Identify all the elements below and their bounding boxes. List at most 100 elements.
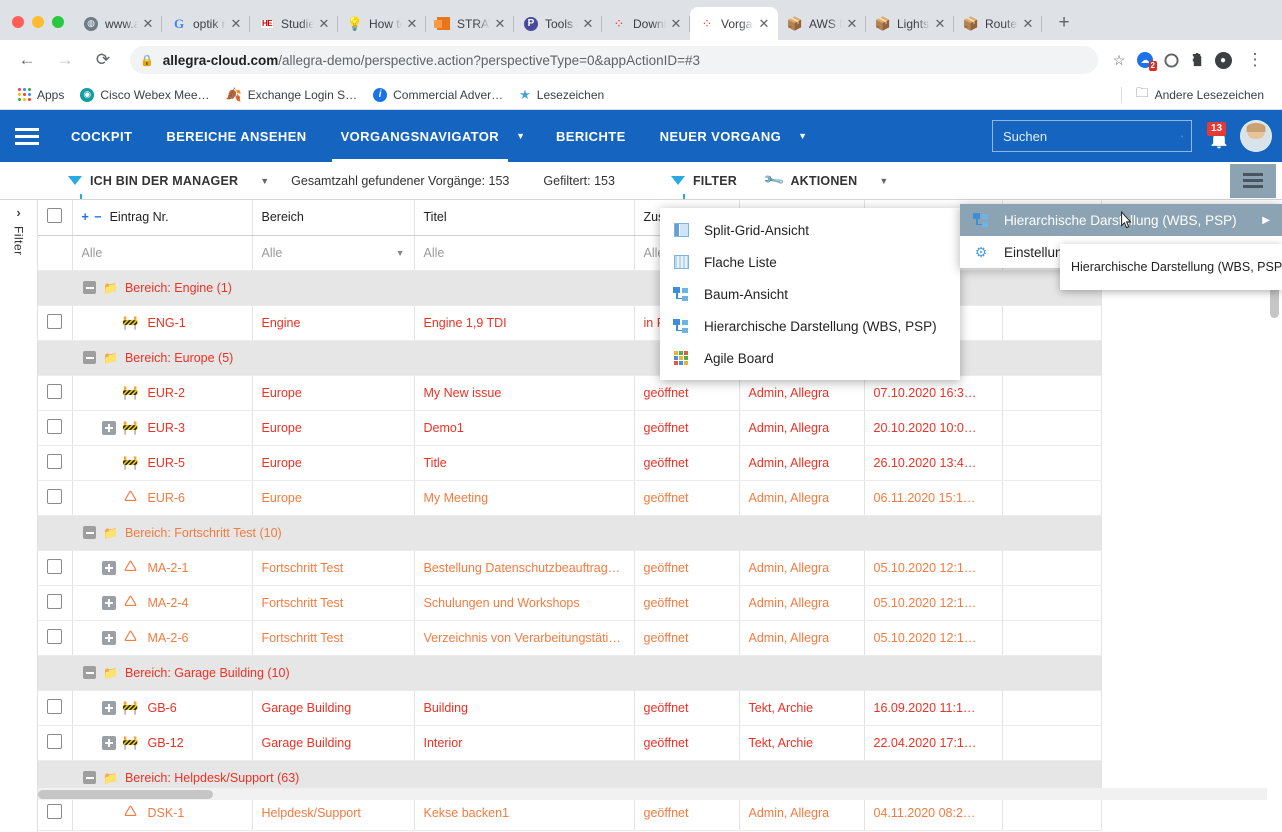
back-icon[interactable]: ← <box>13 46 41 74</box>
row-select-cell[interactable] <box>38 620 72 655</box>
browser-tab[interactable]: HEStudie✕ <box>250 7 338 40</box>
grid-row[interactable]: 🚧EUR-5EuropeTitlegeöffnetAdmin, Allegra2… <box>38 445 1101 480</box>
nav-chevron-down-icon[interactable]: ▼ <box>516 110 539 162</box>
expand-row-icon[interactable] <box>102 596 116 610</box>
browser-tab[interactable]: 📦Route✕ <box>954 7 1042 40</box>
browser-tab[interactable]: 📦Lights✕ <box>866 7 954 40</box>
other-bookmarks-folder[interactable]: 🗀 Andere Lesezeichen <box>1128 84 1272 106</box>
view-menu-item[interactable]: Baum-Ansicht <box>660 278 960 310</box>
grid-row[interactable]: 🛆DSK-1Helpdesk/SupportKekse backen1geöff… <box>38 795 1101 830</box>
hamburger-icon[interactable] <box>0 128 54 145</box>
user-avatar[interactable] <box>1240 120 1272 152</box>
cell-eintrag-nr[interactable]: 🚧EUR-2 <box>72 375 252 410</box>
filter-preset-chevron-down-icon[interactable]: ▼ <box>250 176 279 186</box>
nav-item-vorgangsnavigator[interactable]: VORGANGSNAVIGATOR <box>324 110 516 162</box>
view-menu-item[interactable]: Split-Grid-Ansicht <box>660 214 960 246</box>
row-checkbox[interactable] <box>47 314 62 329</box>
browser-tab[interactable]: 📦AWS M✕ <box>778 7 866 40</box>
cell-eintrag-nr[interactable]: 🛆EUR-6 <box>72 480 252 515</box>
row-checkbox[interactable] <box>47 594 62 609</box>
collapse-group-icon[interactable] <box>83 666 96 679</box>
row-select-cell[interactable] <box>38 795 72 830</box>
row-checkbox[interactable] <box>47 454 62 469</box>
nav-chevron-down-icon[interactable]: ▼ <box>798 110 821 162</box>
collapse-group-icon[interactable] <box>83 351 96 364</box>
nav-item-berichte[interactable]: BERICHTE <box>539 110 643 162</box>
expand-row-icon[interactable] <box>102 631 116 645</box>
horizontal-scrollbar-thumb[interactable] <box>38 790 213 799</box>
tab-close-icon[interactable]: ✕ <box>1020 16 1036 32</box>
vertical-scrollbar[interactable] <box>1270 205 1279 832</box>
cell-eintrag-nr[interactable]: 🛆DSK-1 <box>72 795 252 830</box>
browser-tab[interactable]: STRAT✕ <box>426 7 514 40</box>
row-select-cell[interactable] <box>38 480 72 515</box>
row-checkbox[interactable] <box>47 384 62 399</box>
row-select-cell[interactable] <box>38 375 72 410</box>
browser-tab[interactable]: ◍www.a✕ <box>74 7 162 40</box>
tab-close-icon[interactable]: ✕ <box>316 16 332 32</box>
browser-tab[interactable]: PTools &✕ <box>514 7 602 40</box>
row-select-cell[interactable] <box>38 725 72 760</box>
chrome-profile-icon[interactable]: ● <box>1210 52 1236 69</box>
cell-eintrag-nr[interactable]: 🚧ENG-1 <box>72 305 252 340</box>
tab-close-icon[interactable]: ✕ <box>756 16 772 32</box>
tab-close-icon[interactable]: ✕ <box>844 16 860 32</box>
chrome-menu-icon[interactable]: ⋮ <box>1241 46 1269 74</box>
col-header-eintrag-nr[interactable]: + −Eintrag Nr. <box>72 200 252 235</box>
collapse-group-icon[interactable] <box>83 281 96 294</box>
filter-button[interactable]: FILTER <box>627 174 749 188</box>
grid-group-row[interactable]: 📁Bereich: Garage Building (10) <box>38 655 1101 690</box>
row-select-cell[interactable] <box>38 410 72 445</box>
cell-eintrag-nr[interactable]: 🚧GB-6 <box>72 690 252 725</box>
col-header-titel[interactable]: Titel <box>414 200 634 235</box>
expand-row-icon[interactable] <box>102 421 116 435</box>
grid-row[interactable]: 🚧EUR-3EuropeDemo1geöffnetAdmin, Allegra2… <box>38 410 1101 445</box>
expand-row-icon[interactable] <box>102 701 116 715</box>
row-checkbox[interactable] <box>47 734 62 749</box>
filter-input-titel[interactable]: Alle <box>414 235 634 270</box>
filter-sidebar-rail[interactable]: › Filter <box>0 200 38 832</box>
tab-close-icon[interactable]: ✕ <box>668 16 684 32</box>
profile-ring-icon[interactable] <box>1158 53 1184 68</box>
grid-row[interactable]: 🚧GB-6Garage BuildingBuildinggeöffnetTekt… <box>38 690 1101 725</box>
col-header-bereich[interactable]: Bereich <box>252 200 414 235</box>
expand-filter-chevron-right-icon[interactable]: › <box>16 205 20 220</box>
cell-eintrag-nr[interactable]: 🛆MA-2-6 <box>72 620 252 655</box>
view-menu-item[interactable]: Hierarchische Darstellung (WBS, PSP) <box>660 310 960 342</box>
tab-close-icon[interactable]: ✕ <box>932 16 948 32</box>
minimize-window-button[interactable] <box>32 16 44 28</box>
cell-eintrag-nr[interactable]: 🛆MA-2-4 <box>72 585 252 620</box>
cell-eintrag-nr[interactable]: 🚧GB-12 <box>72 725 252 760</box>
search-icon[interactable] <box>1181 128 1183 145</box>
filter-preset-button[interactable]: ICH BIN DER MANAGER <box>56 174 250 188</box>
actions-button[interactable]: 🔧 AKTIONEN <box>749 172 869 189</box>
grid-row[interactable]: 🛆MA-2-1Fortschritt TestBestellung Datens… <box>38 550 1101 585</box>
cell-eintrag-nr[interactable]: 🚧EUR-3 <box>72 410 252 445</box>
nav-item-neuer-vorgang[interactable]: NEUER VORGANG <box>643 110 799 162</box>
submenu-arrow-icon[interactable]: ▶ <box>1262 215 1270 226</box>
view-menu-item[interactable]: Flache Liste <box>660 246 960 278</box>
nav-item-cockpit[interactable]: COCKPIT <box>54 110 149 162</box>
search-box[interactable] <box>992 120 1192 152</box>
sync-extension-icon[interactable]: ☁ 2 <box>1132 52 1158 68</box>
tab-close-icon[interactable]: ✕ <box>140 16 156 32</box>
bookmark-item[interactable]: 🍂 Exchange Login S… <box>218 87 366 103</box>
grid-row[interactable]: 🛆MA-2-6Fortschritt TestVerzeichnis von V… <box>38 620 1101 655</box>
tab-close-icon[interactable]: ✕ <box>228 16 244 32</box>
filter-input-eintrag-nr[interactable]: Alle <box>72 235 252 270</box>
row-checkbox[interactable] <box>47 419 62 434</box>
row-checkbox[interactable] <box>47 489 62 504</box>
context-menu-item[interactable]: Hierarchische Darstellung (WBS, PSP)▶ <box>960 204 1282 236</box>
collapse-group-icon[interactable] <box>83 526 96 539</box>
filter-select-bereich[interactable]: Alle▼ <box>252 235 414 270</box>
notifications-button[interactable]: 13 <box>1202 123 1236 150</box>
close-window-button[interactable] <box>12 16 24 28</box>
forward-icon[interactable]: → <box>51 46 79 74</box>
tab-close-icon[interactable]: ✕ <box>404 16 420 32</box>
grid-row[interactable]: 🚧EUR-2EuropeMy New issuegeöffnetAdmin, A… <box>38 375 1101 410</box>
browser-tab[interactable]: Goptik n✕ <box>162 7 250 40</box>
bookmark-star-icon[interactable]: ☆ <box>1106 52 1132 69</box>
row-select-cell[interactable] <box>38 550 72 585</box>
apps-shortcut[interactable]: Apps <box>10 88 72 102</box>
browser-tab[interactable]: ⁘Vorgan✕ <box>690 7 778 40</box>
